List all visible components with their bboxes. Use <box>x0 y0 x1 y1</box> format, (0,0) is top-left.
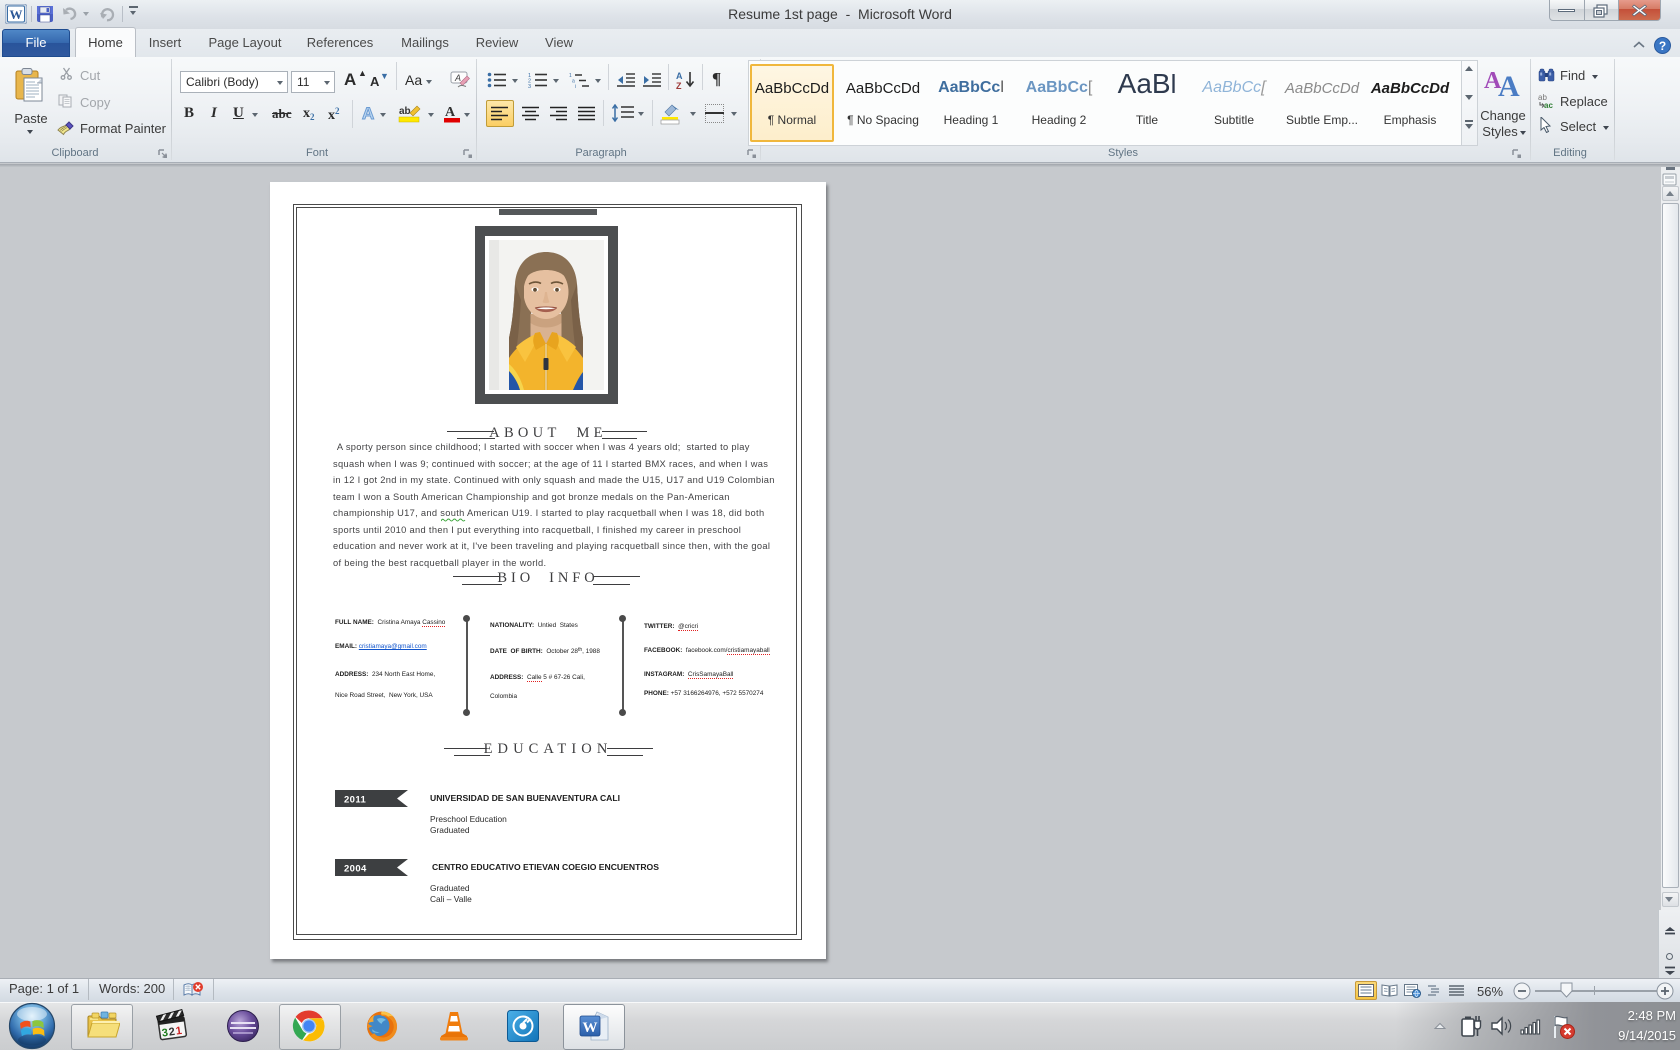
svg-text:?: ? <box>1659 39 1666 53</box>
svg-text:W: W <box>583 1020 598 1036</box>
svg-text:ac: ac <box>1544 101 1553 109</box>
svg-text:A: A <box>676 71 683 81</box>
svg-text:W: W <box>10 7 23 22</box>
svg-text:ab: ab <box>399 106 411 117</box>
svg-text:3: 3 <box>528 84 531 88</box>
svg-text:Z: Z <box>676 81 682 90</box>
svg-text:A: A <box>454 73 461 83</box>
svg-text:i: i <box>575 84 576 88</box>
svg-text:2011: 2011 <box>344 795 367 806</box>
svg-text:A: A <box>1498 70 1520 98</box>
svg-text:A: A <box>445 105 456 120</box>
svg-text:2004: 2004 <box>344 864 367 875</box>
